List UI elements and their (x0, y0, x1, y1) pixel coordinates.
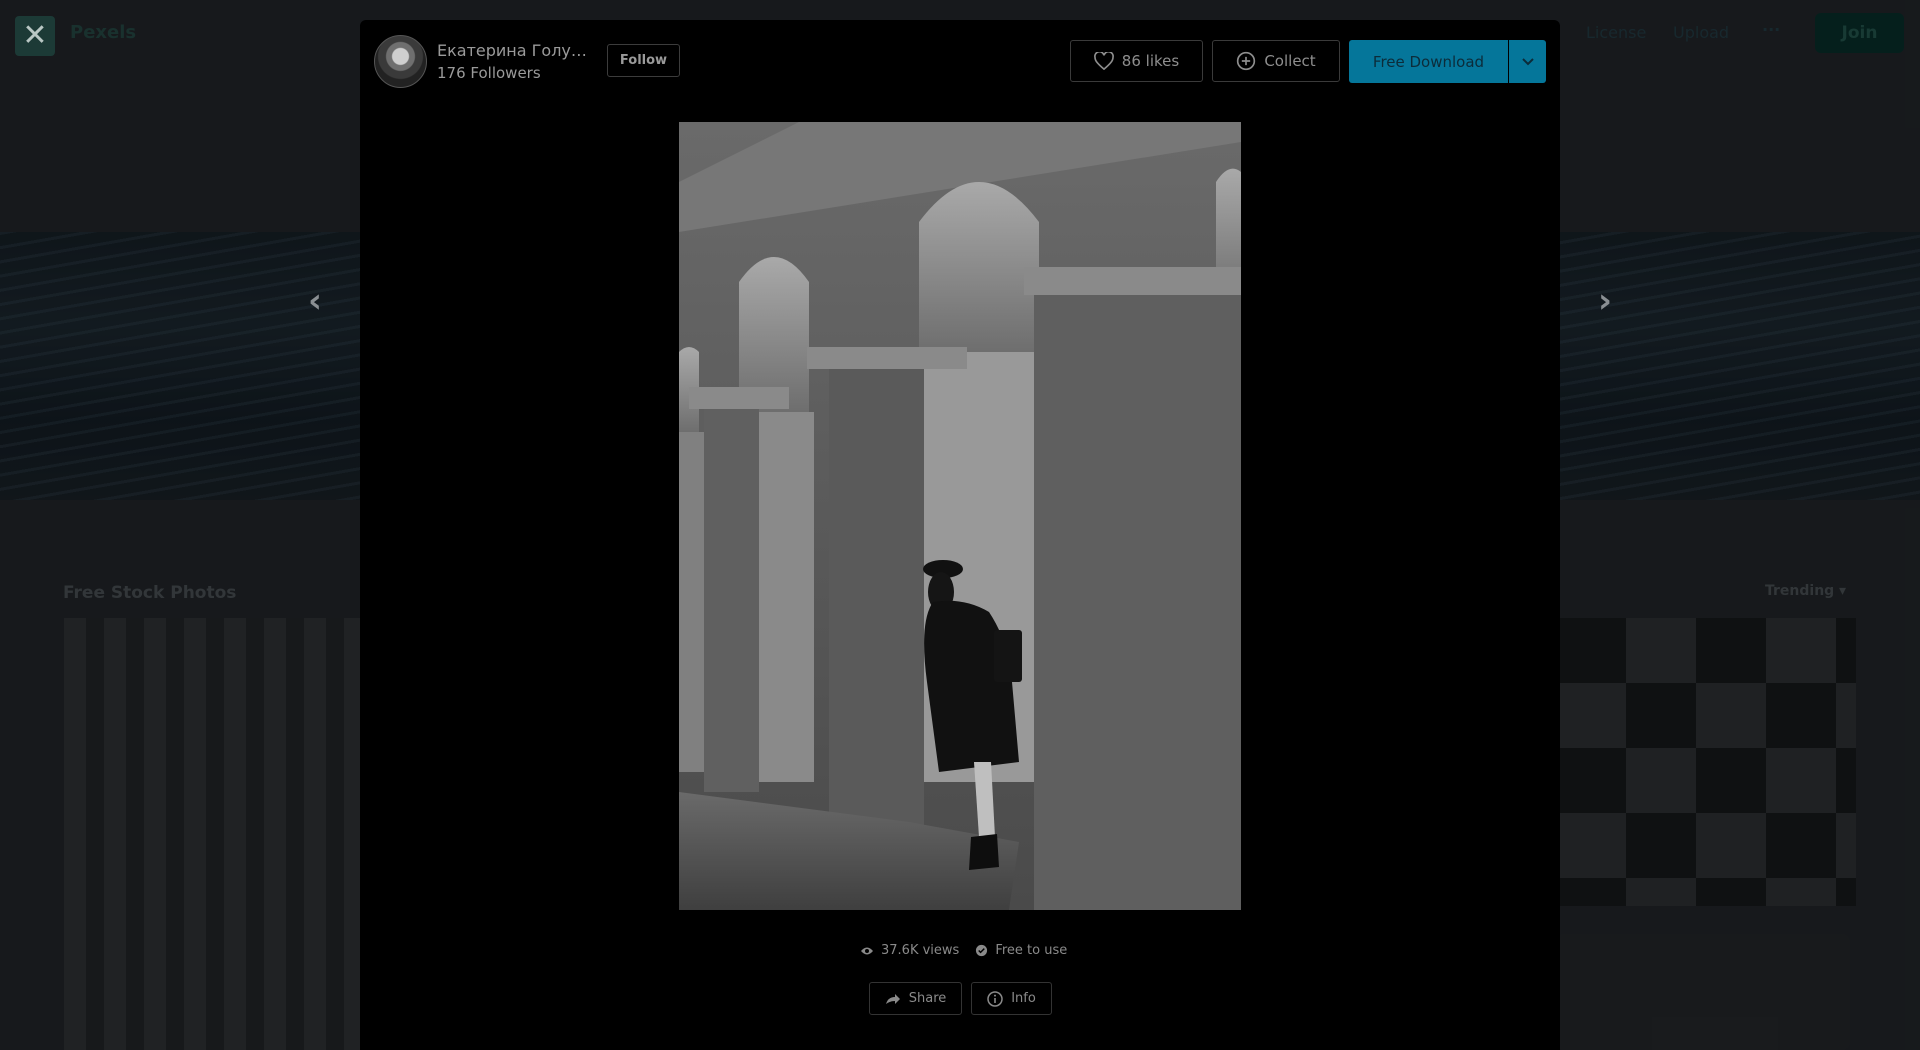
plus-circle-icon (1237, 51, 1256, 71)
eye-icon (861, 947, 873, 954)
heart-icon (1093, 52, 1114, 70)
photo-image (679, 122, 1241, 910)
chevron-down-icon (1521, 57, 1534, 65)
photo-stats: 37.6K views Free to use (860, 943, 1080, 958)
info-label: Info (1011, 991, 1036, 1006)
close-icon[interactable]: ✕ (15, 16, 55, 56)
likes-label: 86 likes (1121, 52, 1180, 70)
avatar[interactable] (374, 35, 427, 88)
photo-modal: Екатерина Голуб... 176 Followers Follow … (360, 20, 1560, 1050)
collect-button[interactable]: Collect (1212, 40, 1340, 82)
chevron-left-icon[interactable]: ‹ (300, 284, 330, 318)
download-options-button[interactable] (1509, 40, 1546, 83)
collect-label: Collect (1264, 52, 1316, 70)
author-name[interactable]: Екатерина Голуб... (437, 41, 587, 60)
share-icon (885, 993, 900, 1004)
author-info[interactable]: Екатерина Голуб... 176 Followers (374, 35, 587, 88)
main-photo[interactable] (679, 122, 1241, 910)
info-button[interactable]: Info (971, 982, 1052, 1015)
like-button[interactable]: 86 likes (1070, 40, 1203, 82)
share-label: Share (908, 991, 947, 1006)
follow-button[interactable]: Follow (607, 44, 680, 77)
info-icon (987, 990, 1003, 1007)
free-download-button[interactable]: Free Download (1349, 40, 1508, 83)
views-count: 37.6K views (881, 943, 960, 958)
license-status: Free to use (995, 943, 1068, 958)
author-followers: 176 Followers (437, 64, 541, 82)
chevron-right-icon[interactable]: › (1590, 284, 1620, 318)
share-button[interactable]: Share (869, 982, 962, 1015)
check-circle-icon (976, 944, 988, 957)
